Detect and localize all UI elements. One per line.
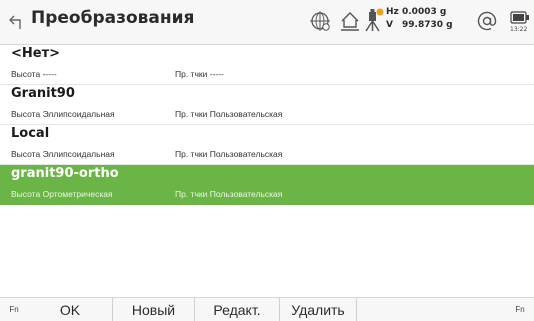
home-icon bbox=[341, 12, 359, 31]
height-value: Эллипсоидальная bbox=[42, 109, 115, 119]
item-points: Пр. тчки ----- bbox=[175, 69, 224, 79]
back-icon bbox=[9, 15, 21, 29]
height-label: Высота bbox=[11, 69, 41, 79]
home-button[interactable] bbox=[338, 9, 362, 33]
ok-button[interactable]: OK bbox=[28, 298, 113, 321]
battery-icon bbox=[510, 10, 529, 24]
at-icon bbox=[477, 11, 497, 31]
page-title: Преобразования bbox=[31, 8, 195, 28]
crosshair-globe-button[interactable] bbox=[308, 9, 332, 33]
height-label: Высота bbox=[11, 109, 41, 119]
angle-readout: Hz 0.0003 g V 99.8730 g bbox=[386, 6, 453, 32]
list-item[interactable]: Local Высота Эллипсоидальная Пр. тчки По… bbox=[0, 125, 534, 165]
title-bar: Преобразования Hz 0.0003 g V 99.8730 g 1… bbox=[0, 0, 534, 45]
transformations-list: <Нет> Высота ----- Пр. тчки ----- Granit… bbox=[0, 45, 534, 205]
points-value: Пользовательская bbox=[209, 189, 283, 199]
back-button[interactable] bbox=[6, 9, 26, 35]
new-button[interactable]: Новый bbox=[113, 298, 195, 321]
points-value: Пользовательская bbox=[209, 109, 283, 119]
v-value: 99.8730 g bbox=[402, 20, 453, 30]
height-value: ----- bbox=[42, 69, 57, 79]
delete-button[interactable]: Удалить bbox=[280, 298, 357, 321]
item-name: Local bbox=[11, 126, 50, 141]
list-item[interactable]: <Нет> Высота ----- Пр. тчки ----- bbox=[0, 45, 534, 85]
list-item[interactable]: Granit90 Высота Эллипсоидальная Пр. тчки… bbox=[0, 85, 534, 125]
instrument-icon bbox=[365, 8, 384, 32]
points-label: Пр. тчки bbox=[175, 149, 208, 159]
crosshair-globe-icon bbox=[310, 11, 330, 31]
communication-button[interactable] bbox=[475, 9, 499, 33]
battery-status[interactable] bbox=[509, 10, 531, 24]
fn-key-right[interactable]: Fn bbox=[506, 298, 534, 321]
item-height: Высота Ортометрическая bbox=[11, 189, 113, 199]
item-height: Высота ----- bbox=[11, 69, 57, 79]
item-height: Высота Эллипсоидальная bbox=[11, 149, 115, 159]
hz-value: 0.0003 g bbox=[402, 7, 447, 17]
clock-time: 13:22 bbox=[510, 26, 528, 33]
height-label: Высота bbox=[11, 149, 41, 159]
softkey-bar: Fn OK Новый Редакт. Удалить Fn bbox=[0, 297, 534, 321]
fn-key-left[interactable]: Fn bbox=[0, 298, 28, 321]
v-label: V bbox=[386, 20, 393, 30]
height-value: Эллипсоидальная bbox=[42, 149, 115, 159]
item-name: Granit90 bbox=[11, 86, 75, 101]
instrument-status-button[interactable] bbox=[362, 7, 384, 33]
item-name: granit90-ortho bbox=[11, 166, 119, 181]
points-label: Пр. тчки bbox=[175, 69, 208, 79]
item-points: Пр. тчки Пользовательская bbox=[175, 109, 282, 119]
item-points: Пр. тчки Пользовательская bbox=[175, 189, 282, 199]
item-height: Высота Эллипсоидальная bbox=[11, 109, 115, 119]
height-label: Высота bbox=[11, 189, 41, 199]
hz-label: Hz bbox=[386, 7, 399, 17]
edit-button[interactable]: Редакт. bbox=[195, 298, 280, 321]
points-label: Пр. тчки bbox=[175, 189, 208, 199]
points-value: Пользовательская bbox=[209, 149, 283, 159]
item-name: <Нет> bbox=[11, 46, 61, 61]
list-item-selected[interactable]: granit90-ortho Высота Ортометрическая Пр… bbox=[0, 165, 534, 205]
height-value: Ортометрическая bbox=[42, 189, 113, 199]
points-label: Пр. тчки bbox=[175, 109, 208, 119]
item-points: Пр. тчки Пользовательская bbox=[175, 149, 282, 159]
points-value: ----- bbox=[209, 69, 224, 79]
